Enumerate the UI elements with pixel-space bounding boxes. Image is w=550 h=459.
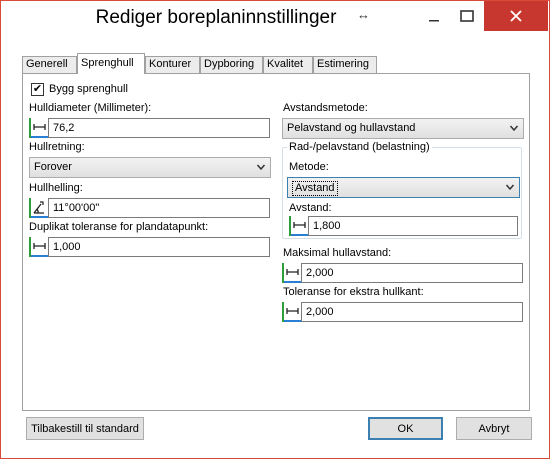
tab-panel-sprenghull: ✔ Bygg sprenghull Hulldiameter (Millimet… xyxy=(22,73,530,411)
distance-method-value: Pelavstand og hullavstand xyxy=(287,122,416,134)
minimize-button[interactable] xyxy=(418,1,450,31)
hole-direction-label: Hullretning: xyxy=(29,141,85,153)
tab-dypboring[interactable]: Dypboring xyxy=(200,56,263,73)
distance-label: Avstand: xyxy=(289,202,332,214)
row-spacing-groupbox: Rad-/pelavstand (belastning) Metode: Avs… xyxy=(282,141,522,239)
duplicate-tolerance-label: Duplikat toleranse for plandatapunkt: xyxy=(29,221,209,233)
cancel-button[interactable]: Avbryt xyxy=(456,417,532,440)
edge-tolerance-label: Toleranse for ekstra hullkant: xyxy=(283,286,424,298)
hole-diameter-label: Hulldiameter (Millimeter): xyxy=(29,102,152,114)
minimize-icon xyxy=(429,20,439,22)
tab-estimering[interactable]: Estimering xyxy=(313,56,377,73)
angle-unit-icon[interactable] xyxy=(29,198,48,218)
tab-generell[interactable]: Generell xyxy=(22,56,77,73)
check-mark-icon: ✔ xyxy=(32,83,43,95)
tab-kvalitet[interactable]: Kvalitet xyxy=(263,56,313,73)
maximize-button[interactable] xyxy=(451,1,483,31)
close-button[interactable] xyxy=(484,1,548,31)
hole-direction-select[interactable]: Forover xyxy=(29,157,271,178)
chevron-down-icon xyxy=(505,184,515,191)
distance-input[interactable]: 1,800 xyxy=(308,216,518,236)
hole-diameter-input[interactable]: 76,2 xyxy=(48,118,270,138)
method-label: Metode: xyxy=(289,161,329,173)
maximize-icon xyxy=(460,10,474,22)
row-spacing-legend: Rad-/pelavstand (belastning) xyxy=(287,141,432,153)
chevron-down-icon xyxy=(509,125,519,132)
length-unit-icon[interactable] xyxy=(282,263,301,283)
reset-to-default-button[interactable]: Tilbakestill til standard xyxy=(26,417,144,440)
tab-konturer[interactable]: Konturer xyxy=(145,56,200,73)
method-value: Avstand xyxy=(292,181,338,196)
build-holes-label: Bygg sprenghull xyxy=(49,83,128,95)
distance-method-label: Avstandsmetode: xyxy=(283,102,368,114)
length-unit-icon[interactable] xyxy=(29,237,48,257)
ok-button[interactable]: OK xyxy=(368,417,443,440)
distance-method-select[interactable]: Pelavstand og hullavstand xyxy=(282,118,524,139)
duplicate-tolerance-input[interactable]: 1,000 xyxy=(48,237,270,257)
length-unit-icon[interactable] xyxy=(282,302,301,322)
dialog-window: Rediger boreplaninnstillinger ↔ Generell… xyxy=(0,0,550,459)
resize-arrows-icon: ↔ xyxy=(357,7,370,22)
dialog-content: Generell Sprenghull Konturer Dypboring K… xyxy=(1,36,549,458)
length-unit-icon[interactable] xyxy=(289,216,308,236)
close-icon xyxy=(510,10,522,22)
hole-incline-label: Hullhelling: xyxy=(29,182,83,194)
title-bar[interactable]: Rediger boreplaninnstillinger ↔ xyxy=(1,1,549,36)
max-hole-distance-input[interactable]: 2,000 xyxy=(301,263,523,283)
tab-sprenghull[interactable]: Sprenghull xyxy=(77,53,145,74)
hole-incline-input[interactable]: 11°00'00" xyxy=(48,198,270,218)
edge-tolerance-input[interactable]: 2,000 xyxy=(301,302,523,322)
chevron-down-icon xyxy=(256,164,266,171)
method-select[interactable]: Avstand xyxy=(287,177,520,198)
max-hole-distance-label: Maksimal hullavstand: xyxy=(283,247,392,259)
build-holes-checkbox[interactable]: ✔ xyxy=(31,83,44,96)
length-unit-icon[interactable] xyxy=(29,118,48,138)
hole-direction-value: Forover xyxy=(34,161,72,173)
